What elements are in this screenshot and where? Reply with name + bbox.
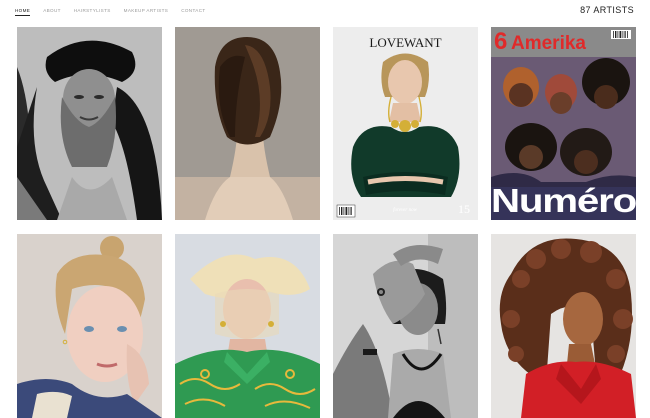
- numero-subtitle: Amerika: [511, 33, 586, 54]
- portfolio-tile-bw-hand-eye[interactable]: [333, 234, 478, 418]
- portfolio-tile-leather-cap[interactable]: [17, 27, 162, 220]
- nav-hairstylists[interactable]: HAIRSTYLISTS: [74, 8, 111, 13]
- lovewant-title: LOVEWANT: [369, 35, 441, 50]
- portfolio-tile-numero-cover[interactable]: 6 Amerika Numéro: [491, 27, 636, 220]
- nav-home[interactable]: HOME: [15, 8, 31, 16]
- lovewant-footer: forever now: [393, 208, 418, 213]
- portfolio-tile-green-gold-shirt[interactable]: [175, 234, 320, 418]
- portfolio-tile-curly-red-jacket[interactable]: [491, 234, 636, 418]
- brand-logo[interactable]: 87 ARTISTS: [580, 5, 634, 15]
- main-nav: HOME ABOUT HAIRSTYLISTS MAKEUP ARTISTS C…: [15, 8, 206, 16]
- nav-contact[interactable]: CONTACT: [181, 8, 205, 13]
- top-bar: HOME ABOUT HAIRSTYLISTS MAKEUP ARTISTS C…: [0, 0, 650, 20]
- portfolio-tile-blonde-top-knot[interactable]: [17, 234, 162, 418]
- nav-about[interactable]: ABOUT: [43, 8, 61, 13]
- portfolio-tile-lovewant-cover[interactable]: LOVEWANT forever now 15: [333, 27, 478, 220]
- nav-makeup-artists[interactable]: MAKEUP ARTISTS: [124, 8, 169, 13]
- lovewant-issue: 15: [458, 202, 470, 216]
- portfolio-tile-sculpted-bun[interactable]: [175, 27, 320, 220]
- numero-title: Numéro: [491, 182, 636, 219]
- numero-issue-number: 6: [494, 28, 507, 55]
